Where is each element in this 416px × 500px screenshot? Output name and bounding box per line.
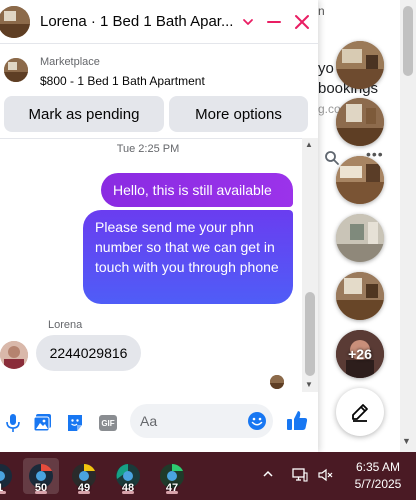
close-icon[interactable] xyxy=(290,10,314,34)
thumbs-up-icon[interactable] xyxy=(284,408,310,434)
taskbar-app[interactable]: 50 xyxy=(23,458,59,494)
taskbar-badge: 47 xyxy=(165,482,179,494)
chat-title[interactable]: Lorena · 1 Bed 1 Bath Apar... xyxy=(40,13,233,30)
taskbar-badge: 1 xyxy=(0,482,13,494)
chat-head-more[interactable]: +26 xyxy=(336,330,384,378)
chevron-down-icon[interactable] xyxy=(236,10,260,34)
taskbar-app[interactable]: 49 xyxy=(66,458,102,494)
system-clock[interactable]: 6:35 AM 5/7/2025 xyxy=(344,459,412,493)
taskbar-badge: 48 xyxy=(121,482,135,494)
chat-head-avatar[interactable] xyxy=(336,214,384,262)
volume-muted-icon[interactable] xyxy=(318,468,334,485)
message-composer: GIF xyxy=(0,396,318,452)
thread-scrollbar-thumb[interactable] xyxy=(305,292,315,376)
more-options-button[interactable]: More options xyxy=(169,96,308,132)
listing-source: Marketplace xyxy=(40,56,100,68)
microphone-icon[interactable] xyxy=(2,412,24,434)
taskbar: 1 50 49 48 47 6:35 AM 5/7/2025 xyxy=(0,452,416,500)
sender-avatar[interactable] xyxy=(0,341,28,369)
clock-date: 5/7/2025 xyxy=(354,477,402,491)
message-thread: Tue 2:25 PM Hello, this is still availab… xyxy=(0,138,318,392)
new-message-icon xyxy=(352,404,368,422)
contact-avatar[interactable] xyxy=(0,6,30,38)
emoji-icon[interactable] xyxy=(246,410,268,432)
scroll-up-icon[interactable]: ▲ xyxy=(305,140,313,149)
sender-name: Lorena xyxy=(48,319,83,331)
outgoing-message[interactable]: Hello, this is still available xyxy=(101,173,293,207)
scroll-down-icon[interactable]: ▼ xyxy=(402,436,411,446)
chevron-up-icon[interactable] xyxy=(262,468,274,483)
chat-head-avatar[interactable] xyxy=(336,156,384,204)
new-message-button[interactable] xyxy=(336,388,384,436)
taskbar-app[interactable]: 1 xyxy=(0,458,18,494)
chat-header[interactable]: Lorena · 1 Bed 1 Bath Apar... xyxy=(0,0,318,44)
photo-icon[interactable] xyxy=(32,412,54,434)
page-scrollbar-thumb[interactable] xyxy=(403,6,413,76)
minimize-icon[interactable] xyxy=(262,10,286,34)
listing-card[interactable]: Marketplace $800 - 1 Bed 1 Bath Apartmen… xyxy=(0,48,318,92)
outgoing-message[interactable]: Please send me your phn number so that w… xyxy=(83,210,293,304)
gif-icon[interactable]: GIF xyxy=(97,412,119,434)
chat-head-avatar[interactable] xyxy=(336,41,384,89)
message-timestamp: Tue 2:25 PM xyxy=(116,143,180,155)
taskbar-badge: 49 xyxy=(77,482,91,494)
search-icon[interactable] xyxy=(324,150,340,171)
chat-window: Lorena · 1 Bed 1 Bath Apar... Marketplac… xyxy=(0,0,318,452)
mark-as-pending-button[interactable]: Mark as pending xyxy=(4,96,164,132)
listing-title[interactable]: $800 - 1 Bed 1 Bath Apartment xyxy=(40,74,205,88)
read-receipt-avatar xyxy=(270,375,284,389)
gif-label: GIF xyxy=(99,415,117,431)
network-icon[interactable] xyxy=(292,468,308,485)
chat-head-avatar[interactable] xyxy=(336,272,384,320)
taskbar-badge: 50 xyxy=(34,482,48,494)
sticker-icon[interactable] xyxy=(64,412,86,434)
chat-head-avatar[interactable] xyxy=(336,98,384,146)
incoming-message[interactable]: 2244029816 xyxy=(36,335,141,371)
more-chats-count: +26 xyxy=(348,346,372,362)
listing-thumbnail xyxy=(4,58,28,82)
clock-time: 6:35 AM xyxy=(355,460,401,474)
background-text: n xyxy=(318,4,325,18)
scroll-down-icon[interactable]: ▼ xyxy=(305,380,313,389)
taskbar-app[interactable]: 47 xyxy=(154,458,190,494)
taskbar-app[interactable]: 48 xyxy=(110,458,146,494)
background-text: yo xyxy=(318,60,334,77)
